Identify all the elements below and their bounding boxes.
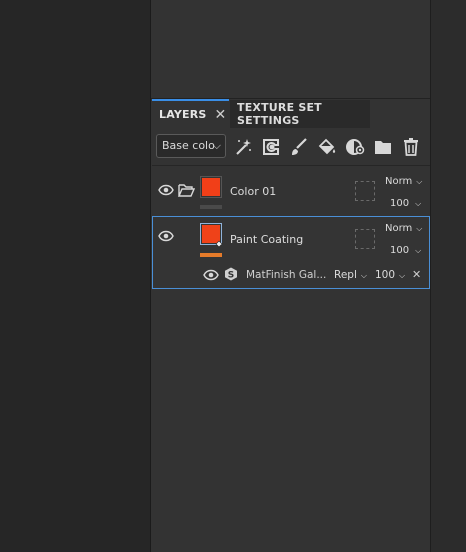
layer-name[interactable]: Color 01	[230, 185, 276, 198]
layer-color-bar	[200, 205, 222, 209]
trash-icon[interactable]	[401, 137, 421, 157]
tab-texture-set-settings[interactable]: TEXTURE SET SETTINGS	[230, 100, 370, 128]
layer-thumbnail-color	[202, 178, 220, 196]
eye-icon[interactable]	[158, 184, 174, 196]
effect-opacity-dropdown[interactable]: 100 ⌵	[375, 269, 405, 281]
chevron-down-icon: ⌵	[212, 139, 221, 152]
effect-blend-dropdown[interactable]: Repl ⌵	[334, 269, 367, 281]
brush-icon[interactable]	[289, 137, 309, 157]
magic-wand-icon[interactable]	[233, 137, 253, 157]
layer-row-color-01[interactable]: Color 01 Norm ⌵ 100 ⌵	[152, 167, 430, 215]
side-area	[431, 0, 466, 552]
opacity-value: 100	[390, 245, 410, 256]
effect-name[interactable]: MatFinish Gal...	[246, 269, 326, 281]
close-icon[interactable]: ✕	[412, 268, 421, 281]
close-icon[interactable]: ✕	[215, 107, 227, 123]
toolbar-divider	[152, 165, 430, 166]
channel-select-value: Base colo	[162, 139, 215, 152]
blend-mode-value: Norm	[385, 176, 413, 187]
viewport-area	[0, 0, 150, 552]
opacity-dropdown[interactable]: 100 ⌵	[390, 198, 421, 209]
effect-opacity-value: 100	[375, 269, 396, 281]
substance-icon: S	[224, 267, 238, 281]
chevron-down-icon: ⌵	[399, 271, 406, 280]
opacity-value: 100	[390, 198, 410, 209]
tab-layers[interactable]: LAYERS ✕	[152, 99, 229, 128]
layer-row-paint-coating[interactable]: Paint Coating Norm ⌵ 100 ⌵ S MatFinish Gal…	[152, 216, 430, 289]
effect-blend-value: Repl	[334, 269, 357, 281]
layers-toolbar: Base colo ⌵	[152, 130, 430, 164]
folder-icon[interactable]	[373, 137, 393, 157]
opacity-dropdown[interactable]: 100 ⌵	[390, 245, 421, 256]
chevron-down-icon: ⌵	[416, 177, 423, 186]
blend-mode-dropdown[interactable]: Norm ⌵	[385, 176, 422, 187]
smart-mask-icon[interactable]	[345, 137, 365, 157]
tab-texture-set-settings-label: TEXTURE SET SETTINGS	[237, 101, 322, 127]
layer-name[interactable]: Paint Coating	[230, 233, 303, 246]
eye-icon[interactable]	[203, 269, 219, 281]
blend-mode-dropdown[interactable]: Norm ⌵	[385, 223, 422, 234]
effect-row-matfinish[interactable]: S MatFinish Gal... Repl ⌵ 100 ⌵ ✕	[153, 263, 429, 288]
chevron-down-icon: ⌵	[416, 224, 423, 233]
fill-bucket-icon[interactable]	[317, 137, 337, 157]
layer-mask-slot[interactable]	[355, 229, 375, 249]
chevron-down-icon: ⌵	[415, 246, 422, 255]
svg-text:S: S	[228, 270, 234, 280]
open-folder-icon[interactable]	[178, 183, 195, 197]
layer-mask-slot[interactable]	[355, 181, 375, 201]
layer-color-bar	[200, 253, 222, 257]
blend-mode-value: Norm	[385, 223, 413, 234]
tab-layers-label: LAYERS	[159, 108, 207, 121]
fill-bucket-badge-icon	[215, 238, 223, 248]
smart-material-icon[interactable]	[261, 137, 281, 157]
eye-icon[interactable]	[158, 230, 174, 242]
channel-select[interactable]: Base colo ⌵	[156, 134, 226, 158]
chevron-down-icon: ⌵	[415, 199, 422, 208]
layer-thumbnail[interactable]	[200, 223, 223, 248]
chevron-down-icon: ⌵	[360, 271, 367, 280]
layer-thumbnail[interactable]	[200, 176, 222, 198]
